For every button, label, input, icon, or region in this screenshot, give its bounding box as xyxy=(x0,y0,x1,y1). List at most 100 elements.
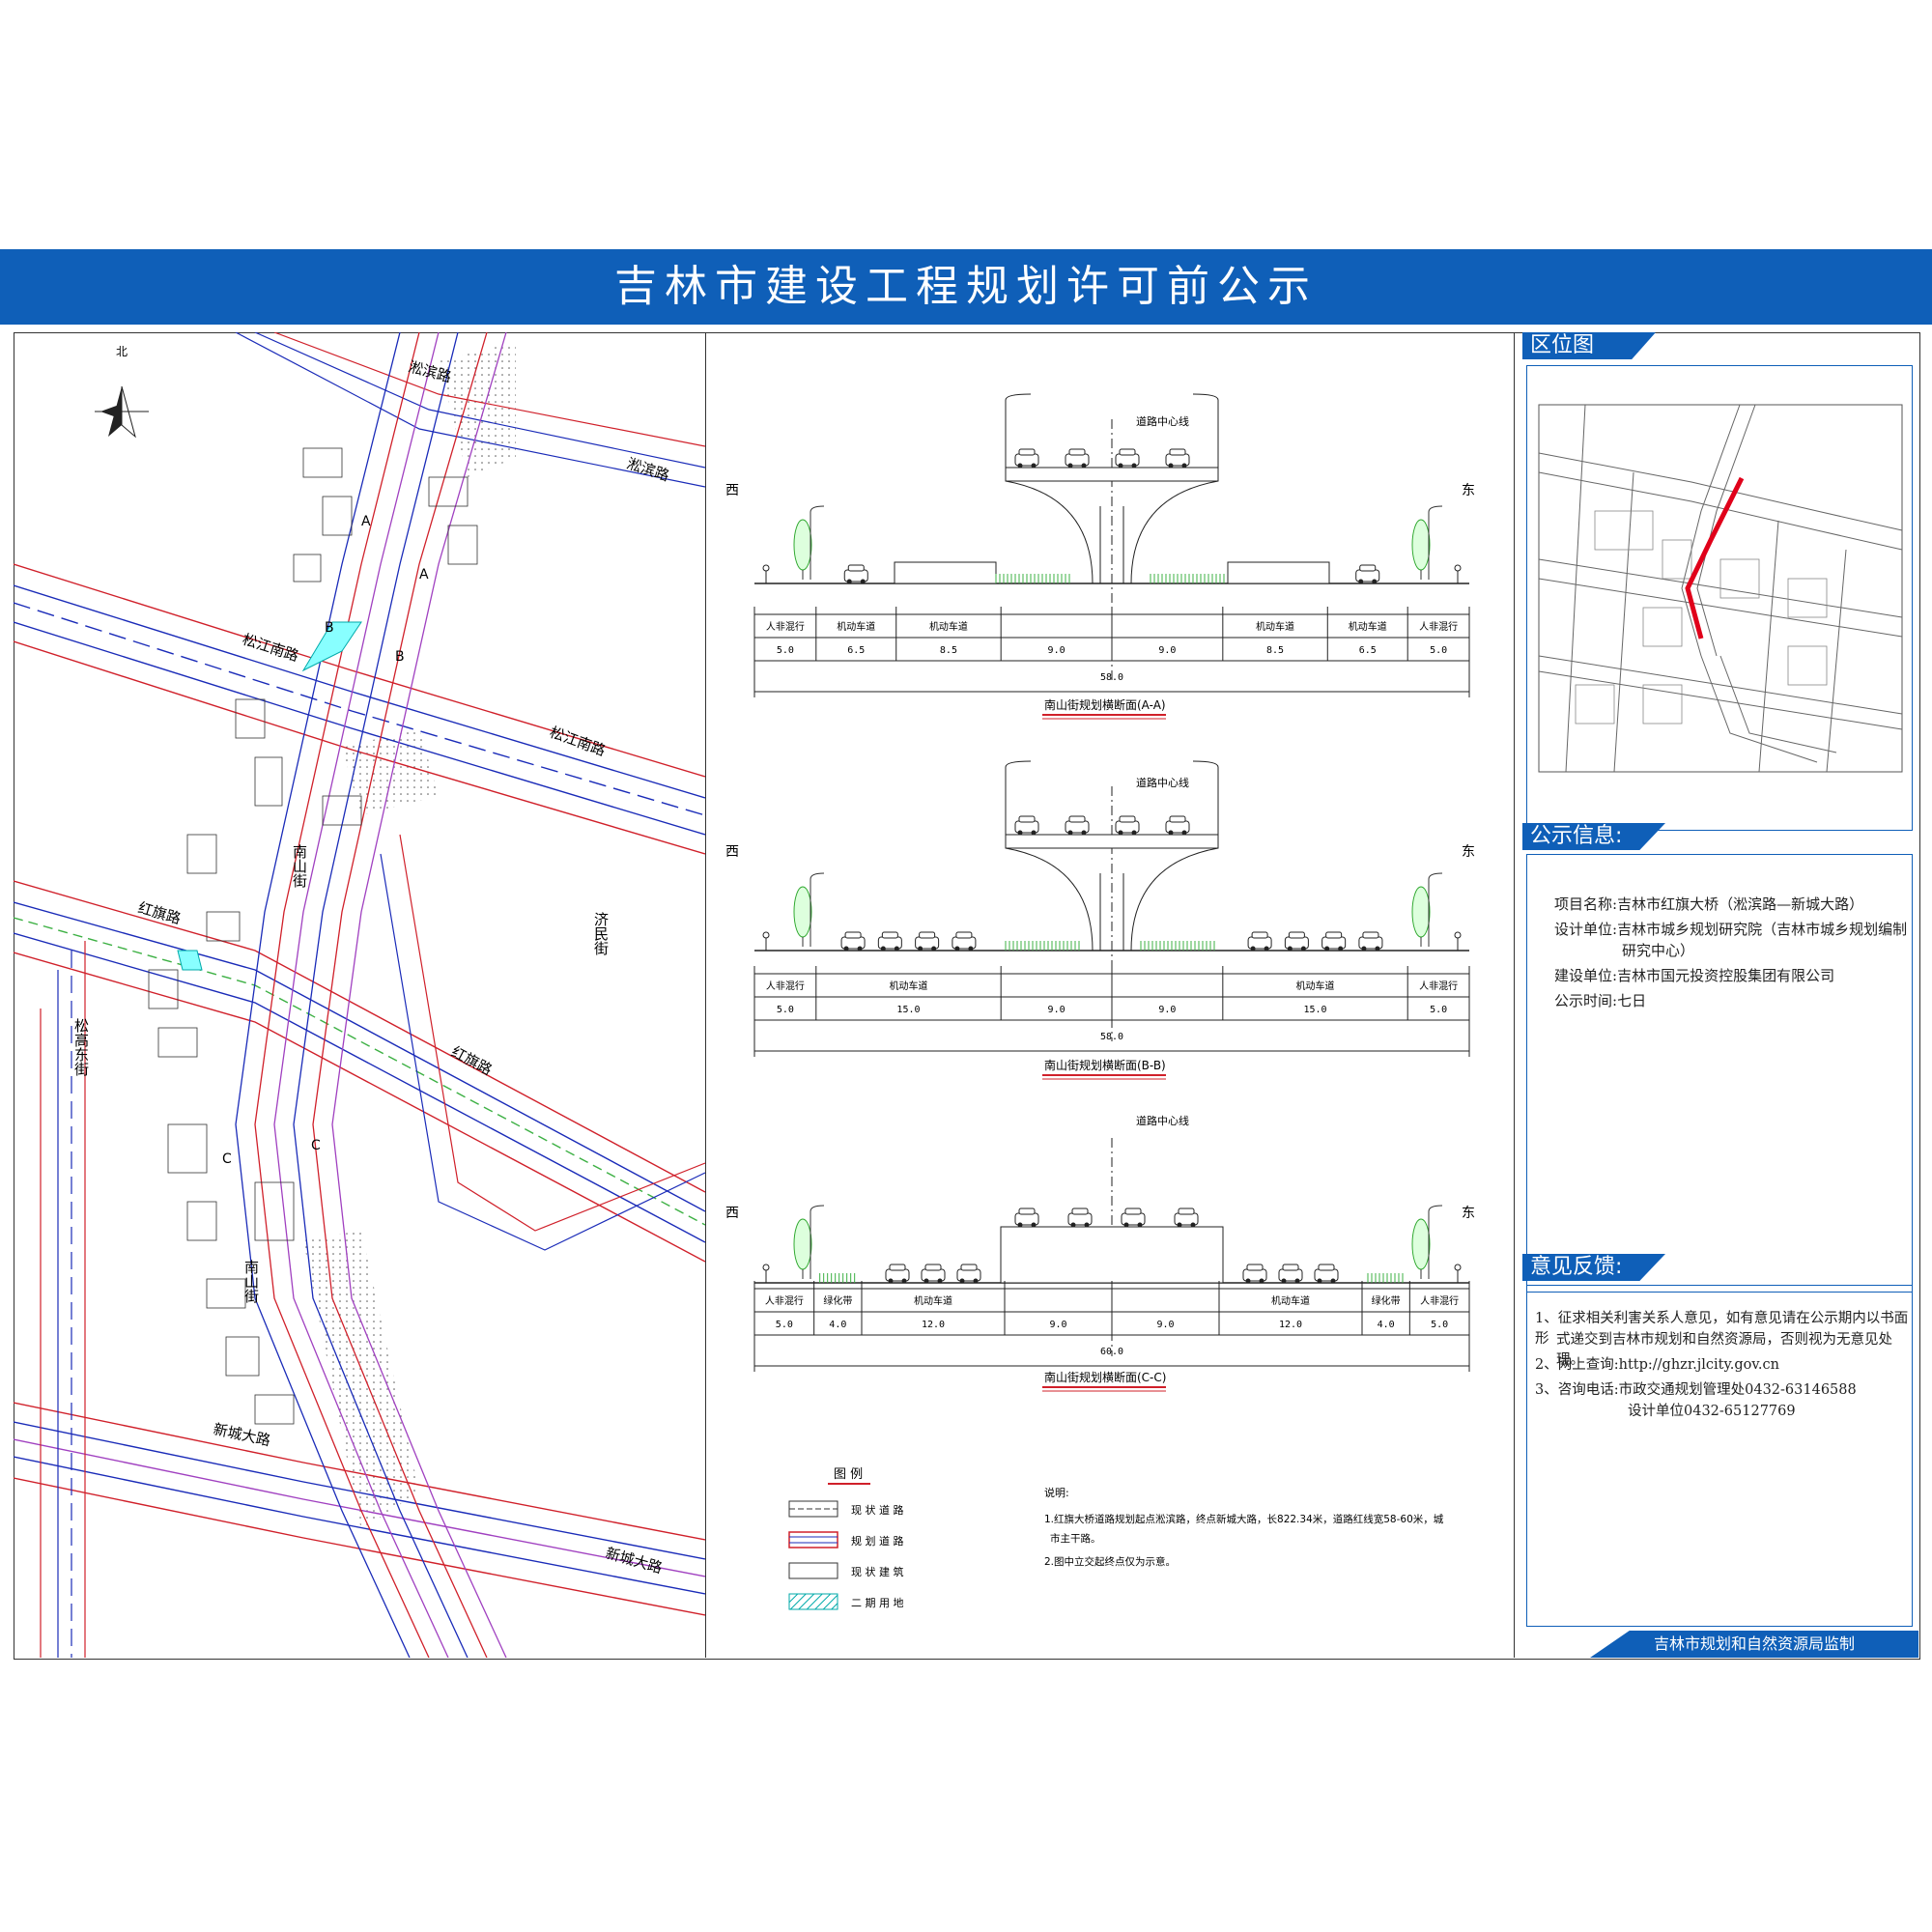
car-lane-4-0 xyxy=(1247,931,1272,952)
car-lane-2-2 xyxy=(956,1264,981,1284)
legend-label-planned-road: 规 划 道 路 xyxy=(851,1534,904,1548)
car-lane-2-0 xyxy=(885,1264,910,1284)
section-lane-width-0: 5.0 xyxy=(776,1320,793,1330)
feedback-item-3: 3、咨询电话:市政交通规划管理处0432-63146588 xyxy=(1535,1378,1857,1399)
car-lane-6-0 xyxy=(1355,564,1380,584)
design-unit-value-line-2: 研究中心） xyxy=(1622,942,1695,959)
road-label-hongqi-2: 红旗路 xyxy=(448,1043,495,1079)
design-unit-label: 设计单位: xyxy=(1554,921,1618,938)
green-belt-6 xyxy=(1367,1273,1404,1283)
car-bridge-2 xyxy=(1115,815,1140,836)
site-plan-map: 北 A A B B C C 淞滨路 淞滨路 松江南路 松江南路 红旗路 红旗路 … xyxy=(14,332,706,1658)
car-lane-1-2 xyxy=(915,931,940,952)
median-grass-east xyxy=(1150,574,1225,583)
pedestrian-west xyxy=(762,1264,770,1283)
median-grass-west xyxy=(1005,941,1080,951)
location-map-header: 区位图 xyxy=(1522,332,1656,359)
notes-line-1: 1.红旗大桥道路规划起点淞滨路，终点新城大路，长822.34米，道路红线宽58-… xyxy=(1044,1513,1444,1525)
car-bridge-3 xyxy=(1165,448,1190,469)
pedestrian-east xyxy=(1454,931,1462,951)
legend-label-existing-building: 现 状 建 筑 xyxy=(851,1565,904,1578)
car-lane-1-0 xyxy=(840,931,866,952)
section-lane-label-0: 人非混行 xyxy=(765,1294,804,1307)
section-lane-width-6: 4.0 xyxy=(1378,1320,1395,1330)
ramp-embankment xyxy=(1000,1226,1224,1284)
car-bridge-3 xyxy=(1165,815,1190,836)
builder-row: 建设单位:吉林市国元投资控股集团有限公司 xyxy=(1554,965,1834,985)
section-lane-label-2: 机动车道 xyxy=(914,1294,952,1307)
car-bridge-2 xyxy=(1115,448,1140,469)
legend-label-phase2-land: 二 期 用 地 xyxy=(851,1597,904,1609)
car-lane-1-3 xyxy=(952,931,977,952)
car-ramp-0 xyxy=(1014,1208,1039,1228)
road-label-nanshan-1: 南山街 xyxy=(291,844,308,888)
section-marker-b2: B xyxy=(395,649,405,665)
pedestrian-west xyxy=(762,564,770,583)
notes-line-3: 2.图中立交起终点仅为示意。 xyxy=(1044,1555,1176,1568)
feedback-phone-2: 设计单位0432-65127769 xyxy=(1628,1404,1796,1419)
section-lane-width-2: 8.5 xyxy=(940,645,957,656)
car-lane-4-2 xyxy=(1321,931,1347,952)
section-c-centerline-label: 道路中心线 xyxy=(1136,1114,1189,1127)
tree-east xyxy=(1411,872,1443,947)
section-lane-width-6: 6.5 xyxy=(1359,645,1377,656)
feedback-web-link[interactable]: http://ghzr.jlcity.gov.cn xyxy=(1619,1357,1779,1373)
section-lane-width-0: 5.0 xyxy=(777,1005,794,1015)
section-b-east: 东 xyxy=(1462,844,1475,860)
cross-section-panel: 西 东 道路中心线 人非混行 5.0 机动车道 6.5 机动车道 8.5 9.0 9.0 机动车… xyxy=(706,332,1515,1658)
section-c-west: 西 xyxy=(725,1206,739,1221)
builder-value: 吉林市国元投资控股集团有限公司 xyxy=(1617,967,1835,984)
car-ramp-1 xyxy=(1067,1208,1093,1228)
feedback-phone-1: 市政交通规划管理处0432-63146588 xyxy=(1618,1382,1857,1398)
road-label-jimin: 济民街 xyxy=(592,912,610,955)
section-lane-width-1: 4.0 xyxy=(829,1320,846,1330)
footer-issuer: 吉林市规划和自然资源局监制 xyxy=(1590,1631,1918,1658)
cross-section-b: 西 东 道路中心线 人非混行 5.0 机动车道 15.0 9.0 9.0 机动车道 15.0 人… xyxy=(725,760,1475,1080)
location-map xyxy=(1538,404,1903,773)
section-b-centerline-label: 道路中心线 xyxy=(1136,776,1189,789)
project-name-row: 项目名称:吉林市红旗大桥（淞滨路—新城大路） xyxy=(1554,894,1863,914)
cross-section-a: 西 东 道路中心线 人非混行 5.0 机动车道 6.5 机动车道 8.5 9.0 9.0 机动车… xyxy=(725,393,1475,720)
section-a-caption: 南山街规划横断面(A-A) xyxy=(1044,697,1166,712)
median-grass-east xyxy=(1140,941,1215,951)
car-lane-5-2 xyxy=(1314,1264,1339,1284)
public-info-box: 项目名称:吉林市红旗大桥（淞滨路—新城大路） 设计单位:吉林市城乡规划研究院（吉… xyxy=(1526,854,1913,1293)
section-lane-width-7: 5.0 xyxy=(1431,1320,1448,1330)
car-lane-5-0 xyxy=(1242,1264,1267,1284)
tree-west xyxy=(793,872,825,947)
feedback-phone-label: 3、咨询电话: xyxy=(1535,1382,1619,1398)
design-notes: 说明: 1.红旗大桥道路规划起点淞滨路，终点新城大路，长822.34米，道路红线… xyxy=(1044,1486,1444,1568)
section-total-width: 60.0 xyxy=(1100,1347,1123,1357)
section-lane-width-4: 15.0 xyxy=(1303,1005,1326,1015)
section-lane-width-0: 5.0 xyxy=(777,645,794,656)
legend-label-existing-road: 现 状 道 路 xyxy=(851,1503,904,1517)
section-c-caption: 南山街规划横断面(C-C) xyxy=(1044,1370,1166,1384)
section-b-caption: 南山街规划横断面(B-B) xyxy=(1044,1058,1166,1072)
legend: 图 例 现 状 道 路 规 划 道 路 现 状 建 筑 二 期 用 地 xyxy=(788,1467,904,1610)
section-lane-width-1: 15.0 xyxy=(896,1005,920,1015)
section-lane-width-4: 9.0 xyxy=(1156,1320,1174,1330)
section-marker-b1: B xyxy=(325,620,334,636)
section-lane-label-7: 人非混行 xyxy=(1420,1294,1459,1307)
section-b-west: 西 xyxy=(725,844,739,860)
section-lane-width-5: 12.0 xyxy=(1279,1320,1302,1330)
location-map-box xyxy=(1526,365,1913,831)
road-label-nanshan-2: 南山街 xyxy=(242,1260,260,1303)
north-label: 北 xyxy=(116,345,128,358)
section-lane-label-5: 人非混行 xyxy=(1419,980,1458,992)
public-info-header: 公示信息: xyxy=(1522,823,1665,850)
section-total-width: 58.0 xyxy=(1100,672,1123,683)
period-row: 公示时间:七日 xyxy=(1554,990,1646,1010)
info-panel: 区位图 公示信息: 项目名称:吉林市红旗大桥（淞滨路—新城大路） 设计单位:吉林… xyxy=(1522,332,1918,1658)
north-arrow-icon: 北 xyxy=(95,345,149,439)
car-lane-1-1 xyxy=(877,931,902,952)
legend-title: 图 例 xyxy=(834,1467,863,1482)
car-ramp-2 xyxy=(1121,1208,1146,1228)
builder-label: 建设单位: xyxy=(1554,967,1618,984)
section-marker-c2: C xyxy=(311,1138,321,1153)
section-marker-a1: A xyxy=(361,514,371,529)
legend-item-existing-road: 现 状 道 路 xyxy=(788,1500,904,1518)
pedestrian-west xyxy=(762,931,770,951)
section-lane-label-6: 机动车道 xyxy=(1349,620,1387,633)
section-lane-label-1: 机动车道 xyxy=(889,980,927,992)
